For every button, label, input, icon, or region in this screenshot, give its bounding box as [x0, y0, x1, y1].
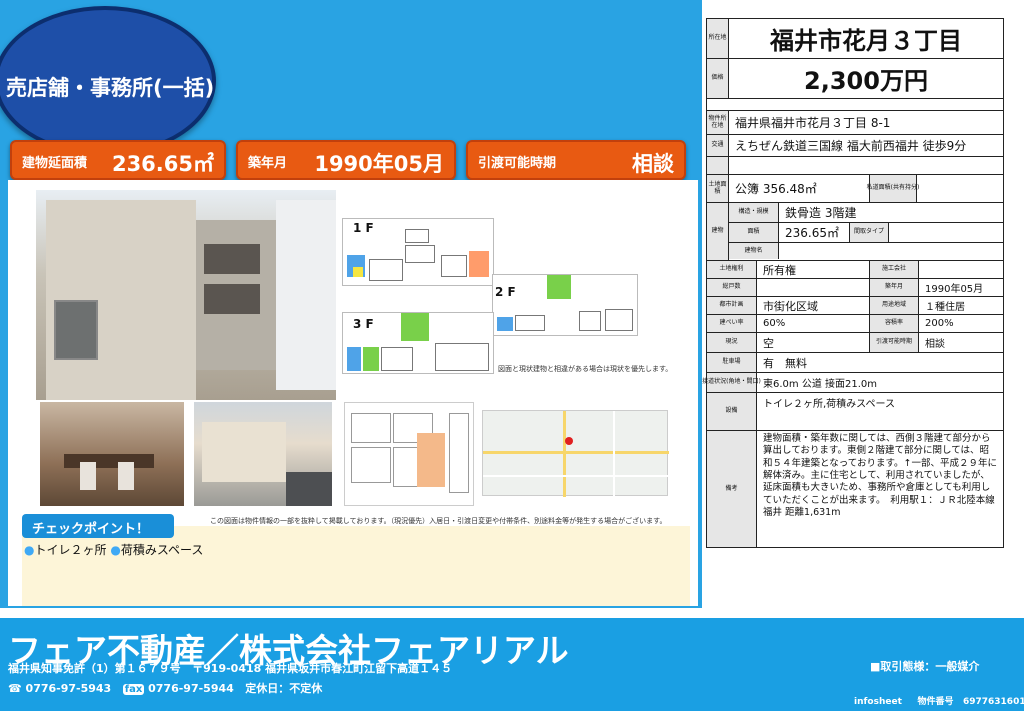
checkpoint-title: チェックポイント！ [22, 514, 174, 538]
tel-number: 0776-97-5943 [25, 682, 112, 695]
bullet-icon: ● [24, 543, 35, 557]
sheet-number: infosheet 物件番号 69776316010 [854, 697, 1024, 707]
status-value: 空 [763, 336, 774, 350]
badge-built: 築年月 1990年05月 [236, 140, 456, 180]
badge-handover: 引渡可能時期 相談 [466, 140, 686, 180]
property-table: 所在地 福井市花月３丁目 価格 2,300万円 物件所在地 福井県福井市花月３丁… [702, 18, 1004, 548]
location-value: 福井市花月３丁目 [770, 27, 962, 55]
floorplan-1f: 1 F [342, 218, 494, 286]
holiday: 定休日：不定休 [245, 682, 323, 695]
far-value: 200% [925, 318, 954, 329]
price-value: 2,300万円 [804, 67, 928, 95]
land-right-value: 所有権 [763, 263, 796, 277]
checkpoint-box [22, 526, 690, 606]
floorplan-3f: 3 F [342, 312, 494, 374]
land-area-value: 公簿 356.48㎡ [735, 182, 817, 196]
checkpoint-item: ●トイレ２ヶ所 ●荷積みスペース [24, 543, 204, 557]
address-value: 福井県福井市花月３丁目 8-1 [735, 116, 891, 130]
exterior-photo [36, 190, 336, 400]
bullet-icon: ● [110, 543, 121, 557]
lot-map [344, 402, 474, 506]
parking-value: 有 無料 [763, 356, 807, 370]
remarks-value: 建物面積・築年数に関しては、西側３階建て部分から算出しております。東側２階建て部… [763, 433, 997, 519]
badge-value: 1990年05月 [314, 152, 444, 176]
floor-label: 1 F [353, 221, 374, 235]
badge-floor-area: 建物延面積 236.65㎡ [10, 140, 226, 180]
floorplan-2f: 2 F [492, 274, 638, 336]
floor-area-value: 236.65㎡ [785, 226, 839, 240]
built-value: 1990年05月 [925, 284, 984, 295]
street-photo [194, 402, 332, 506]
bcr-value: 60% [763, 318, 786, 329]
badge-value: 236.65㎡ [111, 152, 214, 176]
contact-line: ☎ 0776-97-5943 fax 0776-97-5944 定休日：不定休 [8, 680, 322, 696]
zoning-value: １種住居 [925, 302, 965, 313]
company-license: 福井県知事免許（1）第１６７９号 〒919-0418 福井県坂井市春江町江留下高… [8, 662, 453, 675]
floor-label: 3 F [353, 317, 374, 331]
category-title: 売店舗・事務所(一括) [6, 76, 215, 100]
floorplan-note: 図面と現状建物と相違がある場合は現状を優先します。 [498, 365, 673, 373]
traffic-value: えちぜん鉄道三国線 福大前西福井 徒歩9分 [735, 139, 967, 153]
city-plan-value: 市街化区域 [763, 299, 818, 313]
road-value: 東6.0m 公道 接面21.0m [763, 379, 878, 390]
location-pin-icon [565, 437, 573, 445]
area-map [482, 410, 669, 497]
disclaimer: この図面は物件情報の一部を抜粋して掲載しております。（現況優先）入居日・引渡日変… [210, 517, 667, 525]
facilities-value: トイレ２ヶ所,荷積みスペース [763, 399, 895, 410]
badge-label: 建物延面積 [22, 156, 88, 171]
badge-label: 築年月 [248, 156, 288, 171]
badge-value: 相談 [632, 152, 674, 176]
interior-photo [40, 402, 184, 506]
phone-icon: ☎ [8, 682, 22, 695]
fax-number: 0776-97-5944 [148, 682, 234, 695]
structure-value: 鉄骨造 3階建 [785, 206, 857, 220]
trade-type: ■取引態様：一般媒介 [870, 660, 980, 673]
badge-label: 引渡可能時期 [478, 156, 557, 171]
fax-icon: fax [122, 684, 145, 695]
floor-label: 2 F [495, 285, 516, 299]
handover-value: 相談 [925, 339, 945, 350]
